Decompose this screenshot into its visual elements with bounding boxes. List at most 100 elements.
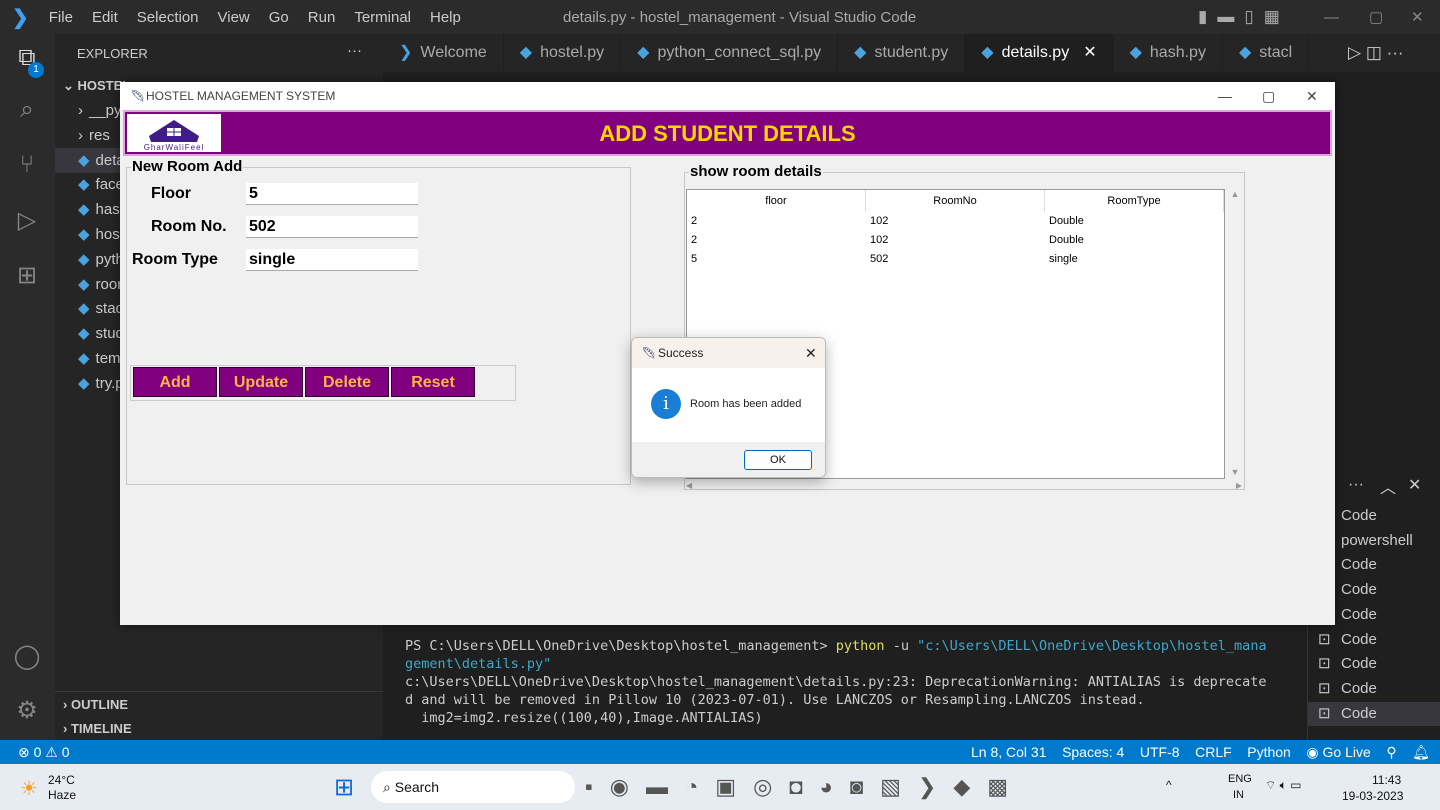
table-row[interactable]: 5 502 single	[687, 250, 1224, 269]
table-cell: 2	[691, 234, 698, 246]
menu-file[interactable]: File	[49, 9, 73, 26]
terminal-more-icon[interactable]: ···	[1348, 476, 1364, 494]
clock-time[interactable]: 11:43	[1372, 773, 1401, 787]
terminal-instance[interactable]: ⊡ Code	[1308, 677, 1440, 701]
taskbar-search[interactable]: ⌕ Search	[371, 771, 575, 803]
start-button[interactable]: ⊞	[334, 773, 354, 802]
menu-selection[interactable]: Selection	[137, 9, 199, 26]
dialog-close-button[interactable]: ✕	[805, 338, 817, 368]
editor-tabs: ❯ Welcome ◆ hostel.py ◆ python_connect_sql.py…	[383, 34, 1440, 72]
settings-gear-icon[interactable]: ⚙	[12, 696, 42, 726]
horizontal-scrollbar[interactable]: ◀ ▶	[686, 481, 1242, 491]
tray-overflow-icon[interactable]: ^	[1166, 778, 1172, 792]
terminal-instance[interactable]: ⊡ Code	[1308, 628, 1440, 652]
feedback-icon[interactable]: ⚲	[1386, 744, 1396, 760]
tab-label: hostel.py	[540, 44, 605, 61]
table-row[interactable]: 2 102 Double	[687, 231, 1224, 250]
floor-input[interactable]: 5	[246, 183, 418, 205]
column-header-roomtype[interactable]: RoomType	[1045, 190, 1224, 212]
tab-welcome[interactable]: ❯ Welcome	[383, 34, 504, 72]
close-button[interactable]: ✕	[1411, 8, 1424, 26]
timeline-section[interactable]: › TIMELINE	[55, 716, 383, 741]
ok-button[interactable]: OK	[744, 450, 812, 470]
outline-section[interactable]: › OUTLINE	[55, 691, 383, 716]
language-mode[interactable]: Python	[1247, 744, 1291, 760]
clock-date[interactable]: 19-03-2023	[1342, 789, 1403, 803]
tab-stacl[interactable]: ◆ stacl	[1223, 34, 1310, 72]
tab-hostel-py[interactable]: ◆ hostel.py	[504, 34, 622, 72]
terminal-name: Code	[1341, 581, 1377, 599]
run-icon[interactable]: ▷	[1348, 43, 1361, 62]
cursor-position[interactable]: Ln 8, Col 31	[971, 744, 1047, 760]
golive-button[interactable]: ◉ Go Live	[1306, 744, 1370, 760]
run-debug-icon[interactable]: ▷	[12, 206, 42, 236]
menu-edit[interactable]: Edit	[92, 9, 118, 26]
room-no-input[interactable]: 502	[246, 216, 418, 238]
app-maximize-button[interactable]: ▢	[1262, 82, 1275, 110]
terminal-name: Code	[1341, 556, 1377, 574]
column-header-floor[interactable]: floor	[687, 190, 866, 212]
source-control-icon[interactable]: ⑂	[12, 151, 42, 181]
menu-run[interactable]: Run	[308, 9, 336, 26]
tab-details-py[interactable]: ◆ details.py ✕	[965, 34, 1114, 72]
python-file-icon: ◆	[637, 44, 650, 61]
explorer-badge: 1	[28, 62, 44, 78]
menu-terminal[interactable]: Terminal	[354, 9, 411, 26]
encoding[interactable]: UTF-8	[1140, 744, 1180, 760]
extensions-icon[interactable]: ⊞	[12, 261, 42, 291]
tab-close-icon[interactable]: ✕	[1083, 44, 1096, 61]
status-bar: ⊗ 0 ⚠ 0 Ln 8, Col 31 Spaces: 4 UTF-8 CRL…	[0, 740, 1440, 764]
tab-hash-py[interactable]: ◆ hash.py	[1114, 34, 1223, 72]
split-editor-icon[interactable]: ◫	[1366, 43, 1382, 62]
table-cell: Double	[1049, 234, 1084, 246]
restore-button[interactable]: ▢	[1369, 8, 1383, 26]
minimize-button[interactable]: —	[1324, 9, 1339, 26]
table-cell: 502	[870, 253, 889, 265]
add-button[interactable]: Add	[133, 367, 217, 397]
tab-student-py[interactable]: ◆ student.py	[838, 34, 966, 72]
update-button[interactable]: Update	[219, 367, 303, 397]
python-file-icon: ◆	[78, 374, 90, 392]
delete-button[interactable]: Delete	[305, 367, 389, 397]
column-header-roomno[interactable]: RoomNo	[866, 190, 1045, 212]
close-panel-icon[interactable]: ✕	[1408, 475, 1421, 495]
success-dialog: 🪶︎ Success ✕ i Room has been added OK	[631, 337, 826, 478]
maximize-panel-icon[interactable]: ︿	[1380, 474, 1396, 498]
more-actions-icon[interactable]: ···	[347, 42, 362, 59]
table-row[interactable]: 2 102 Double	[687, 212, 1224, 231]
menu-view[interactable]: View	[218, 9, 250, 26]
dialog-footer: OK	[632, 442, 825, 477]
problems-indicator[interactable]: ⊗ 0 ⚠ 0	[18, 740, 70, 764]
app-header: GharWaliFeel ADD STUDENT DETAILS	[123, 110, 1332, 156]
more-icon[interactable]: ···	[1387, 43, 1404, 62]
floor-label: Floor	[151, 185, 191, 202]
python-file-icon: ◆	[78, 350, 90, 367]
menu-go[interactable]: Go	[269, 9, 289, 26]
search-icon[interactable]: ⌕	[12, 96, 42, 126]
room-type-input[interactable]: single	[246, 249, 418, 271]
terminal-output[interactable]: PS C:\Users\DELL\OneDrive\Desktop\hostel…	[383, 625, 1307, 740]
language-indicator[interactable]: ENG	[1228, 773, 1252, 785]
menu-help[interactable]: Help	[430, 9, 461, 26]
line-ending[interactable]: CRLF	[1195, 744, 1232, 760]
account-icon[interactable]: ◯	[12, 642, 42, 672]
weather-temp[interactable]: 24°C	[48, 773, 75, 787]
terminal-instance[interactable]: ⊡ Code	[1308, 701, 1440, 726]
network-volume-battery-icons[interactable]: ⌔ 🔈︎ ▭	[1265, 778, 1302, 793]
file-name: __py	[89, 102, 122, 119]
weather-desc[interactable]: Haze	[48, 788, 76, 802]
tab-python_connect_sql-py[interactable]: ◆ python_connect_sql.py	[621, 34, 839, 72]
indent-setting[interactable]: Spaces: 4	[1062, 744, 1124, 760]
app-close-button[interactable]: ✕	[1306, 82, 1318, 110]
weather-icon: ☀	[20, 778, 38, 800]
reset-button[interactable]: Reset	[391, 367, 475, 397]
explorer-icon[interactable]: ⧉ 1	[12, 44, 44, 78]
python-file-icon: ◆	[981, 44, 994, 61]
layout-toggle-icons[interactable]: ▮▬▯▦	[1198, 7, 1290, 27]
room-no-label: Room No.	[151, 218, 227, 235]
notifications-bell-icon[interactable]: 🔔︎	[1412, 744, 1430, 760]
terminal-instance[interactable]: ⊡ Code	[1308, 652, 1440, 676]
dialog-message: Room has been added	[690, 398, 802, 410]
vertical-scrollbar[interactable]: ▲ ▼	[1226, 189, 1244, 479]
app-minimize-button[interactable]: —	[1218, 82, 1232, 110]
